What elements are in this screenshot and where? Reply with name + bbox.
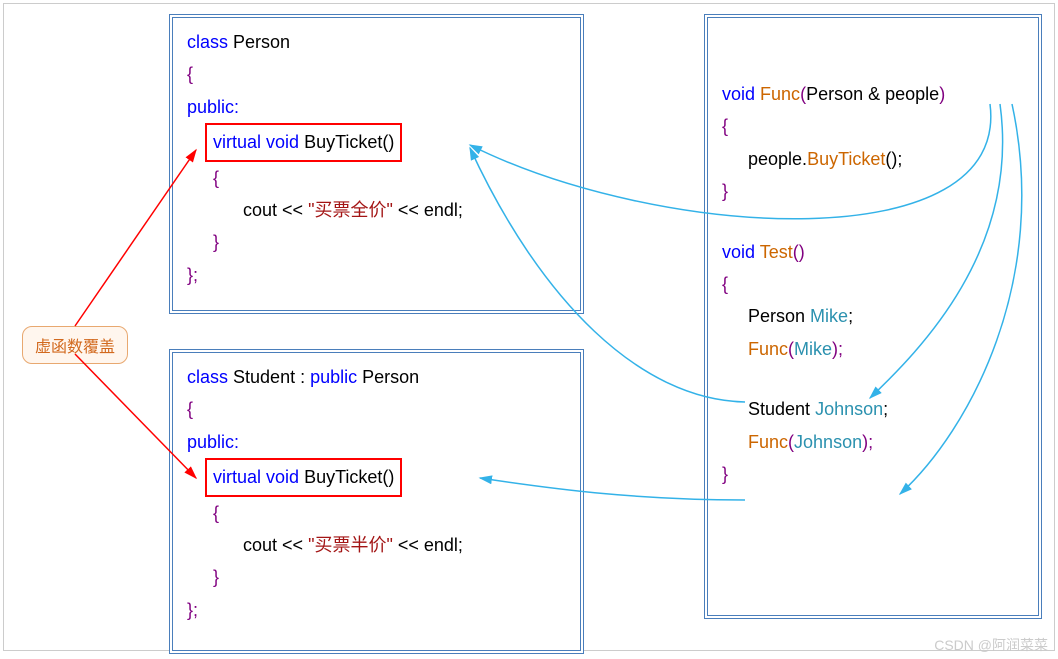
code-text: cout << <box>243 535 308 555</box>
code-line: class Student : public Person <box>187 361 566 393</box>
string-literal: "买票半价" <box>308 535 393 555</box>
diagram-container: class Person { public: virtual void BuyT… <box>3 3 1055 651</box>
keyword-virtual-void: virtual void <box>213 467 299 487</box>
arg: Mike <box>794 339 832 359</box>
paren: ); <box>862 432 873 452</box>
brace: { <box>187 58 566 90</box>
class-name: Person <box>233 32 290 52</box>
keyword-class: class <box>187 367 228 387</box>
separator: : <box>295 367 310 387</box>
arg: Johnson <box>794 432 862 452</box>
keyword-virtual-void: virtual void <box>213 132 299 152</box>
method-signature: virtual void BuyTicket() <box>187 458 566 496</box>
access-specifier: public: <box>187 91 566 123</box>
brace: { <box>722 268 1024 300</box>
access-specifier: public: <box>187 426 566 458</box>
code-line: people.BuyTicket(); <box>722 143 1024 175</box>
student-class-box: class Student : public Person { public: … <box>169 349 584 654</box>
code-line: Func(Johnson); <box>722 426 1024 458</box>
base-class: Person <box>357 367 419 387</box>
brace: } <box>722 175 1024 207</box>
code-line: void Test() <box>722 236 1024 268</box>
code-text: << endl; <box>393 535 463 555</box>
paren: ) <box>939 84 945 104</box>
code-line: class Person <box>187 26 566 58</box>
keyword-class: class <box>187 32 228 52</box>
brace: { <box>187 393 566 425</box>
brace: } <box>187 226 566 258</box>
method-name: BuyTicket() <box>304 132 394 152</box>
watermark: CSDN @阿润菜菜 <box>934 635 1048 655</box>
virtual-method-box: virtual void BuyTicket() <box>205 458 402 496</box>
code-text: (); <box>885 149 902 169</box>
brace: { <box>187 162 566 194</box>
var-type: Student <box>748 399 815 419</box>
person-class-box: class Person { public: virtual void BuyT… <box>169 14 584 314</box>
code-text: cout << <box>243 200 308 220</box>
code-line: void Func(Person & people) <box>722 78 1024 110</box>
code-line: Student Johnson; <box>722 393 1024 425</box>
callout-override: 虚函数覆盖 <box>22 326 128 364</box>
brace: }; <box>187 259 566 291</box>
func-name: Func <box>755 84 800 104</box>
virtual-method-box: virtual void BuyTicket() <box>205 123 402 161</box>
code-text: << endl; <box>393 200 463 220</box>
code-line: Func(Mike); <box>722 333 1024 365</box>
string-literal: "买票全价" <box>308 200 393 220</box>
keyword-public: public <box>310 367 357 387</box>
method-call: BuyTicket <box>807 149 885 169</box>
semicolon: ; <box>848 306 853 326</box>
brace: } <box>187 561 566 593</box>
brace: }; <box>187 594 566 626</box>
brace: { <box>187 497 566 529</box>
var-name: Mike <box>810 306 848 326</box>
code-line: cout << "买票全价" << endl; <box>187 194 566 226</box>
var-type: Person <box>748 306 810 326</box>
keyword-void: void <box>722 84 755 104</box>
method-signature: virtual void BuyTicket() <box>187 123 566 161</box>
class-name: Student <box>233 367 295 387</box>
code-text: people. <box>748 149 807 169</box>
paren: () <box>793 242 805 262</box>
param-type: Person <box>806 84 863 104</box>
var-name: Johnson <box>815 399 883 419</box>
paren: ); <box>832 339 843 359</box>
brace: } <box>722 458 1024 490</box>
func-box: void Func(Person & people) { people.BuyT… <box>704 14 1042 619</box>
semicolon: ; <box>883 399 888 419</box>
code-line: Person Mike; <box>722 300 1024 332</box>
amp: & <box>863 84 885 104</box>
param-name: people <box>885 84 939 104</box>
code-line: cout << "买票半价" << endl; <box>187 529 566 561</box>
keyword-void: void <box>722 242 755 262</box>
func-call: Func <box>748 432 788 452</box>
func-name: Test <box>755 242 793 262</box>
method-name: BuyTicket() <box>304 467 394 487</box>
func-call: Func <box>748 339 788 359</box>
brace: { <box>722 110 1024 142</box>
